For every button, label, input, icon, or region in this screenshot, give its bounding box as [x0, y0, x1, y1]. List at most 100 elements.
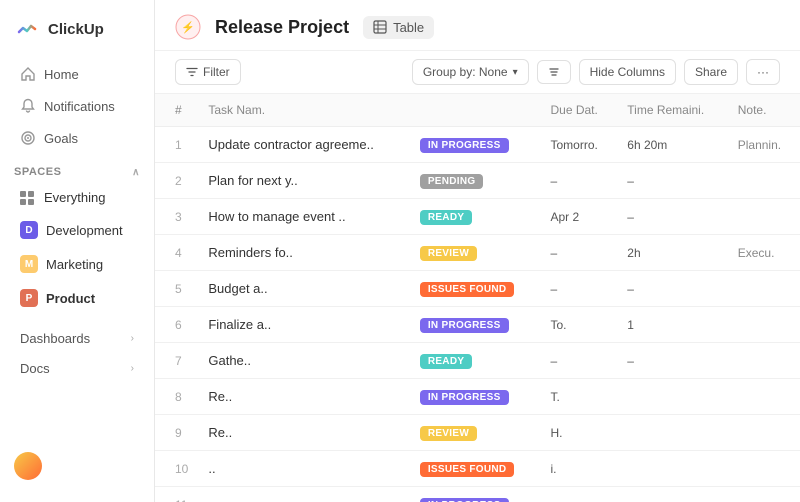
status-badge: REVIEW — [420, 246, 477, 261]
row-due-date: To. — [540, 307, 617, 343]
row-time-remaining — [617, 379, 727, 415]
row-task-name: Plan for next y.. — [198, 163, 409, 199]
row-num: 8 — [155, 379, 198, 415]
table-row[interactable]: 5 Budget a.. ISSUES FOUND – – — [155, 271, 800, 307]
share-button[interactable]: Share — [684, 59, 738, 85]
bell-icon — [20, 98, 36, 114]
group-by-button[interactable]: Group by: None ▾ — [412, 59, 529, 85]
row-time-remaining — [617, 451, 727, 487]
task-table-container: # Task Nam. Due Dat. Time Remaini. Note.… — [155, 94, 800, 502]
sidebar-item-product[interactable]: P Product — [6, 282, 148, 314]
hide-columns-button[interactable]: Hide Columns — [579, 59, 676, 85]
table-row[interactable]: 4 Reminders fo.. REVIEW – 2h Execu. — [155, 235, 800, 271]
row-notes — [728, 199, 800, 235]
toolbar: Filter Group by: None ▾ Hide Columns Sha… — [155, 51, 800, 94]
status-badge: READY — [420, 210, 473, 225]
page-title: Release Project — [215, 17, 349, 38]
clickup-logo-icon — [14, 16, 40, 42]
sidebar-item-notifications[interactable]: Notifications — [6, 91, 148, 121]
row-task-name: How to manage event .. — [198, 199, 409, 235]
status-badge: IN PROGRESS — [420, 138, 509, 153]
filter-button[interactable]: Filter — [175, 59, 241, 85]
row-task-name: Re.. — [198, 379, 409, 415]
row-time-remaining: – — [617, 163, 727, 199]
sort-button[interactable] — [537, 60, 571, 84]
row-num: 5 — [155, 271, 198, 307]
toolbar-right: Group by: None ▾ Hide Columns Share ··· — [412, 59, 780, 85]
row-task-name: Gathe.. — [198, 343, 409, 379]
col-status — [410, 94, 541, 127]
row-num: 10 — [155, 451, 198, 487]
col-notes: Note. — [728, 94, 800, 127]
row-status: REVIEW — [410, 415, 541, 451]
sidebar-item-everything[interactable]: Everything — [6, 183, 148, 212]
table-row[interactable]: 2 Plan for next y.. PENDING – – — [155, 163, 800, 199]
sidebar-item-docs[interactable]: Docs › — [6, 354, 148, 383]
status-badge: REVIEW — [420, 426, 477, 441]
sort-icon — [548, 66, 560, 78]
row-notes — [728, 307, 800, 343]
row-due-date: H. — [540, 415, 617, 451]
sidebar-item-dashboards[interactable]: Dashboards › — [6, 324, 148, 353]
row-notes — [728, 271, 800, 307]
product-dot: P — [20, 289, 38, 307]
row-num: 11 — [155, 487, 198, 502]
row-task-name: Finalize a.. — [198, 307, 409, 343]
row-notes — [728, 451, 800, 487]
row-due-date: Tomorro. — [540, 127, 617, 163]
status-badge: IN PROGRESS — [420, 318, 509, 333]
table-view-tab[interactable]: Table — [363, 16, 434, 39]
row-status: IN PROGRESS — [410, 379, 541, 415]
row-due-date: i. — [540, 451, 617, 487]
sidebar-item-goals[interactable]: Goals — [6, 123, 148, 153]
col-task-name: Task Nam. — [198, 94, 409, 127]
user-avatar[interactable] — [14, 452, 42, 480]
table-row[interactable]: 9 Re.. REVIEW H. — [155, 415, 800, 451]
row-notes — [728, 379, 800, 415]
row-num: 3 — [155, 199, 198, 235]
row-notes — [728, 415, 800, 451]
table-row[interactable]: 8 Re.. IN PROGRESS T. — [155, 379, 800, 415]
docs-label: Docs — [20, 361, 50, 376]
page-header: ⚡ Release Project Table — [155, 0, 800, 51]
table-row[interactable]: 6 Finalize a.. IN PROGRESS To. 1 — [155, 307, 800, 343]
table-row[interactable]: 3 How to manage event .. READY Apr 2 – — [155, 199, 800, 235]
row-num: 6 — [155, 307, 198, 343]
table-row[interactable]: 1 Update contractor agreeme.. IN PROGRES… — [155, 127, 800, 163]
dashboards-chevron-icon: › — [131, 333, 134, 344]
status-badge: PENDING — [420, 174, 484, 189]
table-row[interactable]: 7 Gathe.. READY – – — [155, 343, 800, 379]
row-task-name: .. — [198, 451, 409, 487]
row-due-date: T. — [540, 379, 617, 415]
app-logo[interactable]: ClickUp — [0, 12, 154, 58]
development-label: Development — [46, 223, 123, 238]
sidebar-item-marketing[interactable]: M Marketing — [6, 248, 148, 280]
more-options-button[interactable]: ··· — [746, 59, 780, 85]
row-num: 1 — [155, 127, 198, 163]
row-time-remaining: 2h — [617, 235, 727, 271]
target-icon — [20, 130, 36, 146]
col-time-remaining: Time Remaini. — [617, 94, 727, 127]
row-notes — [728, 487, 800, 502]
row-status: READY — [410, 343, 541, 379]
docs-chevron-icon: › — [131, 363, 134, 374]
sidebar-item-home[interactable]: Home — [6, 59, 148, 89]
row-notes — [728, 343, 800, 379]
row-num: 4 — [155, 235, 198, 271]
main-content: ⚡ Release Project Table Filter Group by:… — [155, 0, 800, 502]
row-task-name: Budget a.. — [198, 271, 409, 307]
spaces-collapse-icon[interactable]: ∧ — [132, 167, 140, 178]
table-view-label: Table — [393, 20, 424, 35]
row-notes: Plannin. — [728, 127, 800, 163]
row-status: PENDING — [410, 163, 541, 199]
row-status: REVIEW — [410, 235, 541, 271]
everything-grid-icon — [20, 191, 36, 205]
sidebar-item-development[interactable]: D Development — [6, 214, 148, 246]
status-badge: ISSUES FOUND — [420, 462, 515, 477]
row-task-name: Reminders fo.. — [198, 235, 409, 271]
home-label: Home — [44, 67, 79, 82]
goals-label: Goals — [44, 131, 78, 146]
table-row[interactable]: 10 .. ISSUES FOUND i. — [155, 451, 800, 487]
row-due-date: – — [540, 163, 617, 199]
table-row[interactable]: 11 IN PROGRESS — [155, 487, 800, 502]
